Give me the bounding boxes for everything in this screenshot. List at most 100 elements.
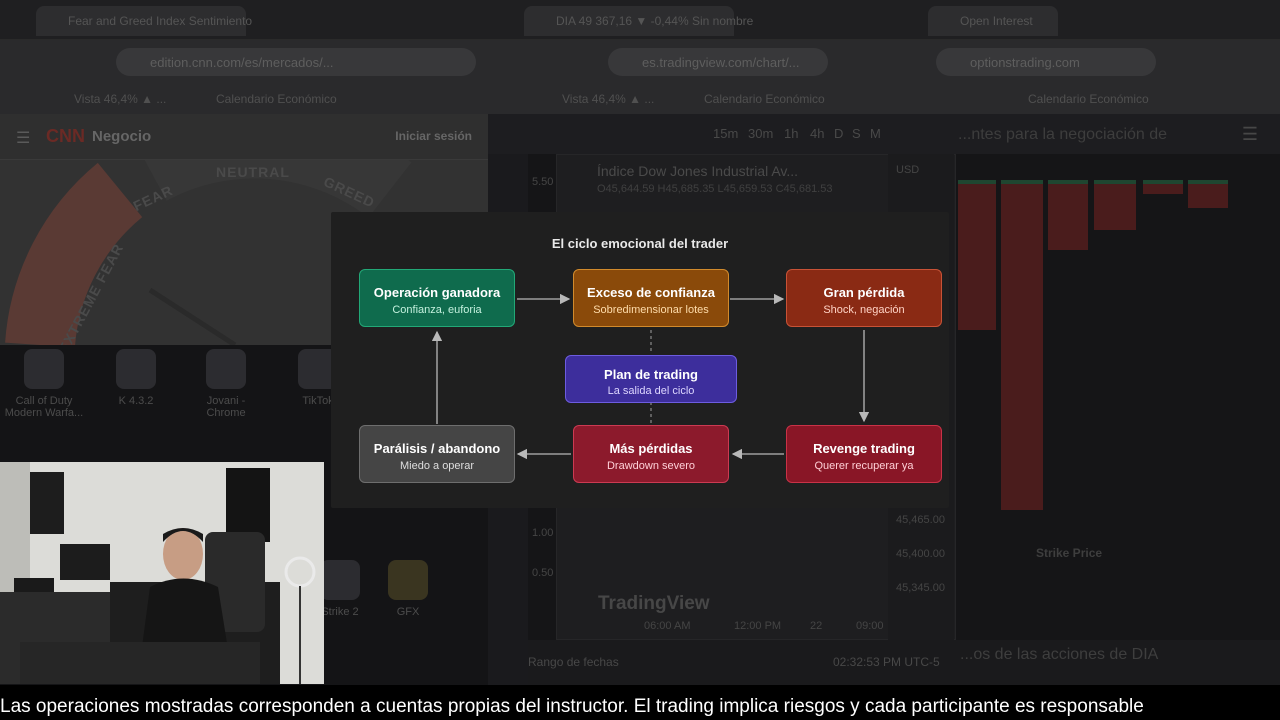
desktop-icon[interactable]: GFX <box>368 560 448 618</box>
browser-tab[interactable]: Open Interest <box>928 6 1058 36</box>
price-tick: 45,400.00 <box>896 548 945 560</box>
time-tick: 12:00 PM <box>734 620 782 632</box>
tab-title: Open Interest <box>960 14 1033 28</box>
bookmark-item[interactable]: Calendario Económico <box>704 92 825 106</box>
price-tick: 45,345.00 <box>896 582 945 594</box>
timeframe-button[interactable]: 30m <box>748 126 773 141</box>
time-tick: 22 <box>810 620 823 632</box>
bookmark-item[interactable]: Calendario Económico <box>216 92 337 106</box>
gauge-label: NEUTRAL <box>216 164 290 180</box>
date-range-button[interactable]: Rango de fechas <box>528 655 619 669</box>
site-logo[interactable]: CNN <box>46 126 85 147</box>
oi-page-title: ...ntes para la negociación de <box>958 126 1168 143</box>
tab-title: Fear and Greed Index Sentimiento <box>68 14 253 28</box>
address-bar: es.tradingview.com/chart/... optionstrad… <box>488 40 1280 84</box>
hamburger-icon[interactable]: ☰ <box>16 128 30 148</box>
address-bar: edition.cnn.com/es/mercados/... <box>0 40 488 84</box>
url-field[interactable]: optionstrading.com <box>936 48 1156 76</box>
time-tick: 09:00 <box>856 620 884 632</box>
node-operacion-ganadora: Operación ganadora Confianza, euforia <box>359 269 515 327</box>
screen: Fear and Greed Index Sentimiento edition… <box>0 0 1280 720</box>
node-subtitle: Miedo a operar <box>400 460 474 472</box>
webcam-image <box>0 462 324 684</box>
clock: 02:32:53 PM UTC-5 <box>833 655 940 669</box>
webcam-feed <box>0 462 324 684</box>
chart-toolbar: 15m 30m 1h 4h D S M ...ntes para la nego… <box>488 114 1280 154</box>
menu-icon[interactable]: ☰ <box>1242 124 1258 145</box>
node-subtitle: Shock, negación <box>823 304 905 316</box>
time-axis: 06:00 AM 12:00 PM 22 09:00 <box>556 614 956 640</box>
url-field[interactable]: edition.cnn.com/es/mercados/... <box>116 48 476 76</box>
node-title: Más pérdidas <box>609 441 693 456</box>
desktop-icon[interactable]: K 4.3.2 <box>96 349 176 407</box>
node-paralisis-abandono: Parálisis / abandono Miedo a operar <box>359 425 515 483</box>
desktop-icon[interactable]: Call of Duty Modern Warfa... <box>4 349 84 419</box>
desktop-icon-label: Jovani - Chrome <box>206 395 246 419</box>
oi-footer-text: ...os de las acciones de DIA <box>960 646 1159 663</box>
left-tick: 1.00 <box>532 527 554 539</box>
bookmarks-bar: Vista 46,4% ▲ ... Calendario Económico <box>0 84 488 114</box>
browser-tab[interactable]: Fear and Greed Index Sentimiento <box>36 6 252 36</box>
url-text: es.tradingview.com/chart/... <box>642 55 800 70</box>
node-revenge-trading: Revenge trading Querer recuperar ya <box>786 425 942 483</box>
left-tick: 5.50 <box>532 176 554 188</box>
node-mas-perdidas: Más pérdidas Drawdown severo <box>573 425 729 483</box>
node-subtitle: Sobredimensionar lotes <box>593 304 709 316</box>
node-subtitle: Querer recuperar ya <box>814 460 914 472</box>
emotional-cycle-diagram: El ciclo emocional del trader Operación … <box>331 212 949 508</box>
node-gran-perdida: Gran pérdida Shock, negación <box>786 269 942 327</box>
oi-bar <box>1048 180 1088 250</box>
desktop-icon-label: K 4.3.2 <box>118 395 154 407</box>
timeframe-button[interactable]: S <box>852 126 861 141</box>
time-tick: 06:00 AM <box>644 620 691 632</box>
node-exceso-de-confianza: Exceso de confianza Sobredimensionar lot… <box>573 269 729 327</box>
tab-bar: DIA 49 367,16 ▼ -0,44% Sin nombre Open I… <box>488 0 1280 40</box>
oi-bar <box>1188 180 1228 208</box>
desktop-icon-label: TikTok <box>302 395 334 407</box>
login-link[interactable]: Iniciar sesión <box>395 129 472 143</box>
timeframe-button[interactable]: 15m <box>713 126 738 141</box>
strike-axis-label: Strike Price <box>1036 546 1103 560</box>
node-title: Exceso de confianza <box>587 285 715 300</box>
tradingview-logo: TradingView <box>598 593 710 614</box>
timeframe-button[interactable]: M <box>870 126 881 141</box>
bookmark-item[interactable]: Vista 46,4% ▲ ... <box>562 92 654 106</box>
oi-bar <box>1094 180 1136 230</box>
node-subtitle: Drawdown severo <box>606 460 696 472</box>
bookmark-item[interactable]: Calendario Económico <box>1028 92 1149 106</box>
url-text: optionstrading.com <box>970 55 1080 70</box>
node-plan-de-trading: Plan de trading La salida del ciclo <box>565 355 737 403</box>
tab-title: DIA 49 367,16 ▼ -0,44% Sin nombre <box>556 14 754 28</box>
desktop-icon-label: GFX <box>396 606 420 618</box>
site-header: ☰ CNN Negocio Iniciar sesión <box>0 114 488 160</box>
node-title: Gran pérdida <box>823 285 905 300</box>
left-tick: 0.50 <box>532 567 554 579</box>
url-text: edition.cnn.com/es/mercados/... <box>150 55 334 70</box>
subtitle-caption: Las operaciones mostradas corresponden a… <box>0 685 1280 720</box>
bookmarks-bar: Vista 46,4% ▲ ... Calendario Económico C… <box>488 84 1280 114</box>
node-title: Revenge trading <box>813 441 915 456</box>
desktop-icon-label: Strike 2 <box>321 606 359 618</box>
chart-footer: Rango de fechas 02:32:53 PM UTC-5 <box>528 640 1280 685</box>
browser-tab[interactable]: DIA 49 367,16 ▼ -0,44% Sin nombre <box>524 6 753 36</box>
node-title: Operación ganadora <box>373 285 501 300</box>
desktop-icon-label: Call of Duty Modern Warfa... <box>4 395 84 419</box>
node-subtitle: La salida del ciclo <box>607 385 695 397</box>
timeframe-button[interactable]: 4h <box>810 126 824 141</box>
node-title: Parálisis / abandono <box>373 441 501 456</box>
desktop-icon[interactable]: Jovani - Chrome <box>186 349 266 419</box>
url-field[interactable]: es.tradingview.com/chart/... <box>608 48 828 76</box>
timeframe-button[interactable]: D <box>834 126 843 141</box>
timeframe-button[interactable]: 1h <box>784 126 798 141</box>
ohlc-values: O45,644.59 H45,685.35 L45,659.53 C45,681… <box>597 183 833 195</box>
price-tick: 45,465.00 <box>896 514 945 526</box>
tab-bar: Fear and Greed Index Sentimiento <box>0 0 488 40</box>
currency-label: USD <box>896 164 920 176</box>
bookmark-item[interactable]: Vista 46,4% ▲ ... <box>74 92 166 106</box>
node-subtitle: Confianza, euforia <box>392 304 482 316</box>
oi-bar <box>1001 180 1043 510</box>
oi-bar <box>1143 180 1183 194</box>
oi-bar <box>958 180 996 330</box>
node-title: Plan de trading <box>604 367 698 382</box>
symbol-name[interactable]: Índice Dow Jones Industrial Av... <box>597 163 798 179</box>
